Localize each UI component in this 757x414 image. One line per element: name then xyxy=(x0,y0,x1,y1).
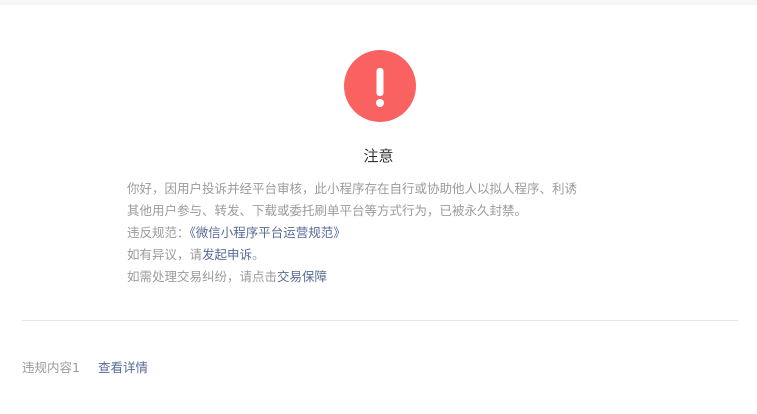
message-line-1: 你好，因用户投诉并经平台审核，此小程序存在自行或协助他人以拟人程序、利诱 xyxy=(127,181,578,196)
dispute-link[interactable]: 交易保障 xyxy=(277,269,327,284)
violation-row: 违规内容1 查看详情 xyxy=(22,358,148,378)
rule-link[interactable]: 《微信小程序平台运营规范》 xyxy=(190,225,346,240)
violation-label: 违规内容1 xyxy=(22,360,80,375)
appeal-link[interactable]: 发起申诉 xyxy=(202,247,252,262)
notice-message: 你好，因用户投诉并经平台审核，此小程序存在自行或协助他人以拟人程序、利诱 其他用… xyxy=(127,178,647,288)
appeal-prefix: 如有异议，请 xyxy=(127,247,203,262)
rule-prefix: 违反规范： xyxy=(127,225,190,240)
appeal-line: 如有异议，请发起申诉。 xyxy=(127,244,647,266)
divider xyxy=(22,320,738,321)
view-details-link[interactable]: 查看详情 xyxy=(98,360,148,375)
message-line-2: 其他用户参与、转发、下载或委托刷单平台等方式行为，已被永久封禁。 xyxy=(127,203,528,218)
top-strip xyxy=(0,0,757,5)
exclamation-icon xyxy=(344,50,416,122)
dispute-line: 如需处理交易纠纷，请点击交易保障 xyxy=(127,266,647,288)
ban-notice-page: 注意 你好，因用户投诉并经平台审核，此小程序存在自行或协助他人以拟人程序、利诱 … xyxy=(0,0,757,414)
notice-title: 注意 xyxy=(363,147,394,165)
dispute-prefix: 如需处理交易纠纷，请点击 xyxy=(127,269,278,284)
rule-line: 违反规范：《微信小程序平台运营规范》 xyxy=(127,222,647,244)
appeal-suffix: 。 xyxy=(252,247,265,262)
